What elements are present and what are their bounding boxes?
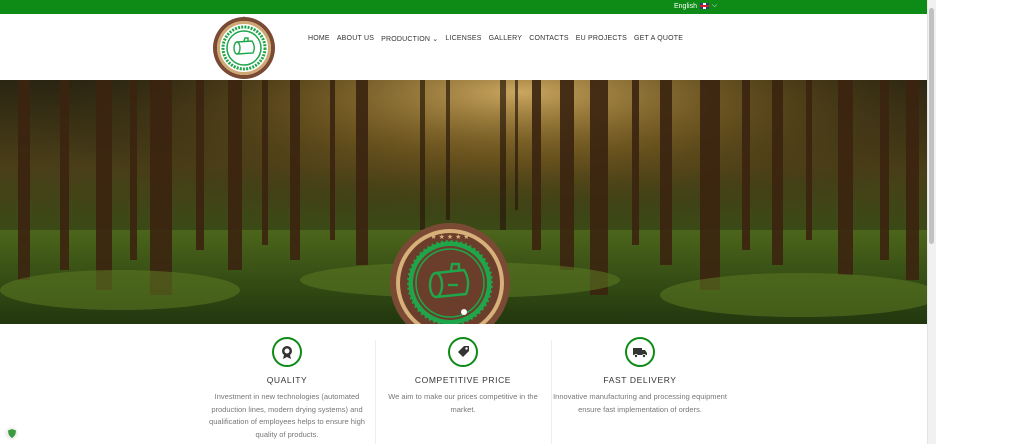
svg-text:★ ★ ★ ★ ★: ★ ★ ★ ★ ★ bbox=[430, 233, 469, 241]
nav-licenses[interactable]: LICENSES bbox=[445, 35, 481, 43]
nav-about-us[interactable]: ABOUT US bbox=[337, 35, 374, 43]
feature-fast-delivery: FAST DELIVERY Innovative manufacturing a… bbox=[552, 337, 728, 416]
feature-competitive-price: COMPETITIVE PRICE We aim to make our pri… bbox=[375, 337, 551, 416]
language-switcher[interactable]: English ⌵ bbox=[674, 2, 717, 10]
nav-production-label: PRODUCTION bbox=[381, 36, 431, 43]
medal-icon bbox=[272, 337, 302, 367]
slider-dot-1[interactable] bbox=[461, 309, 467, 315]
page: English ⌵ HOME ABOUT US PRODUCTION ⌄ LIC… bbox=[0, 0, 1024, 444]
feature-text: Investment in new technologies (automate… bbox=[209, 392, 365, 439]
feature-title: FAST DELIVERY bbox=[603, 375, 677, 385]
site-logo[interactable] bbox=[212, 16, 276, 80]
main-nav: HOME ABOUT US PRODUCTION ⌄ LICENSES GALL… bbox=[308, 35, 683, 43]
hero-slider: ★ ★ ★ ★ ★ ★ ★ ★ ★ ★ bbox=[0, 80, 927, 324]
top-bar: English ⌵ bbox=[0, 0, 927, 14]
feature-title: COMPETITIVE PRICE bbox=[414, 375, 512, 385]
nav-contacts[interactable]: CONTACTS bbox=[529, 35, 569, 43]
feature-text: Innovative manufacturing and processing … bbox=[553, 392, 727, 414]
scrollbar-thumb[interactable] bbox=[929, 8, 934, 244]
site-header: HOME ABOUT US PRODUCTION ⌄ LICENSES GALL… bbox=[0, 14, 927, 80]
log-badge-logo: ★ ★ ★ ★ ★ ★ ★ ★ ★ ★ bbox=[390, 223, 510, 324]
delivery-truck-icon bbox=[625, 337, 655, 367]
nav-gallery[interactable]: GALLERY bbox=[489, 35, 523, 43]
nav-production[interactable]: PRODUCTION ⌄ bbox=[381, 35, 438, 43]
feature-title: QUALITY bbox=[266, 375, 308, 385]
chevron-down-icon: ⌵ bbox=[711, 2, 718, 9]
price-tag-icon bbox=[448, 337, 478, 367]
uk-flag-icon bbox=[699, 3, 709, 9]
language-label: English bbox=[674, 2, 697, 10]
nav-home[interactable]: HOME bbox=[308, 35, 330, 43]
chevron-down-icon: ⌄ bbox=[432, 36, 439, 43]
feature-text: We aim to make our prices competitive in… bbox=[388, 392, 538, 414]
nav-get-a-quote[interactable]: GET A QUOTE bbox=[634, 35, 683, 43]
shield-icon[interactable] bbox=[5, 427, 18, 440]
nav-eu-projects[interactable]: EU PROJECTS bbox=[576, 35, 627, 43]
feature-quality: QUALITY Investment in new technologies (… bbox=[199, 337, 375, 441]
